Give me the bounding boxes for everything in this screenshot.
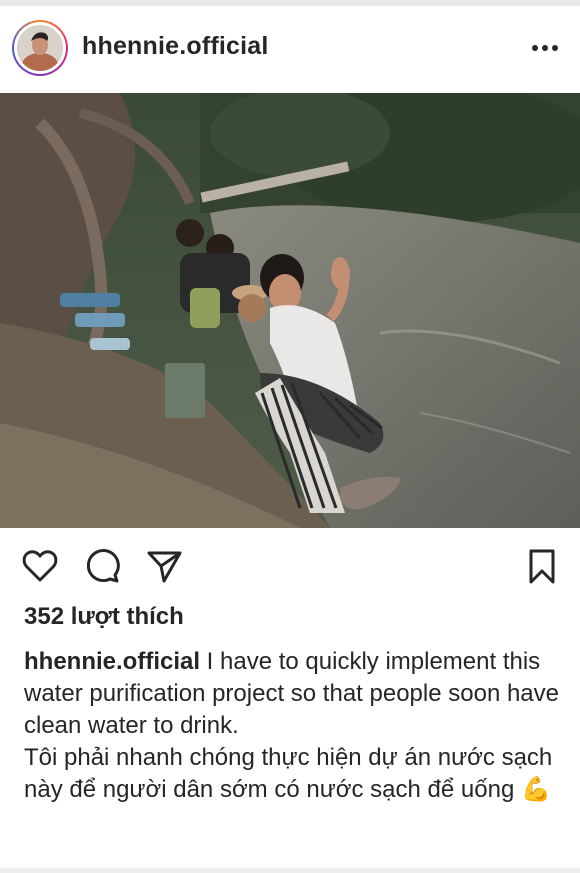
post-actions bbox=[0, 538, 580, 594]
caption-english: hhennie.official I have to quickly imple… bbox=[24, 646, 564, 742]
comment-button[interactable] bbox=[82, 546, 122, 586]
avatar-image bbox=[17, 25, 63, 71]
bottom-divider bbox=[0, 868, 580, 873]
story-ring[interactable] bbox=[12, 20, 68, 76]
more-options-button[interactable] bbox=[530, 36, 560, 60]
post-photo[interactable] bbox=[0, 93, 580, 528]
post-caption: hhennie.official I have to quickly imple… bbox=[24, 646, 564, 806]
caption-text-vi: Tôi phải nhanh chóng thực hiện dự án nướ… bbox=[24, 744, 553, 803]
like-button[interactable] bbox=[20, 546, 60, 586]
heart-icon bbox=[22, 550, 58, 582]
share-button[interactable] bbox=[144, 546, 184, 586]
avatar-gap bbox=[14, 22, 66, 74]
more-horizontal-icon bbox=[532, 45, 558, 51]
instagram-post-screen: hhennie.official 352 lượt thích hhennie.… bbox=[0, 0, 580, 873]
avatar[interactable] bbox=[17, 25, 63, 71]
post-photo-image bbox=[0, 93, 580, 528]
likes-count[interactable]: 352 lượt thích bbox=[24, 603, 184, 631]
save-button[interactable] bbox=[522, 546, 562, 586]
post-header: hhennie.official bbox=[0, 6, 580, 92]
bookmark-icon bbox=[529, 549, 555, 584]
comment-icon bbox=[86, 549, 120, 583]
send-icon bbox=[147, 551, 182, 583]
post-username[interactable]: hhennie.official bbox=[82, 32, 269, 61]
caption-username[interactable]: hhennie.official bbox=[24, 648, 200, 675]
